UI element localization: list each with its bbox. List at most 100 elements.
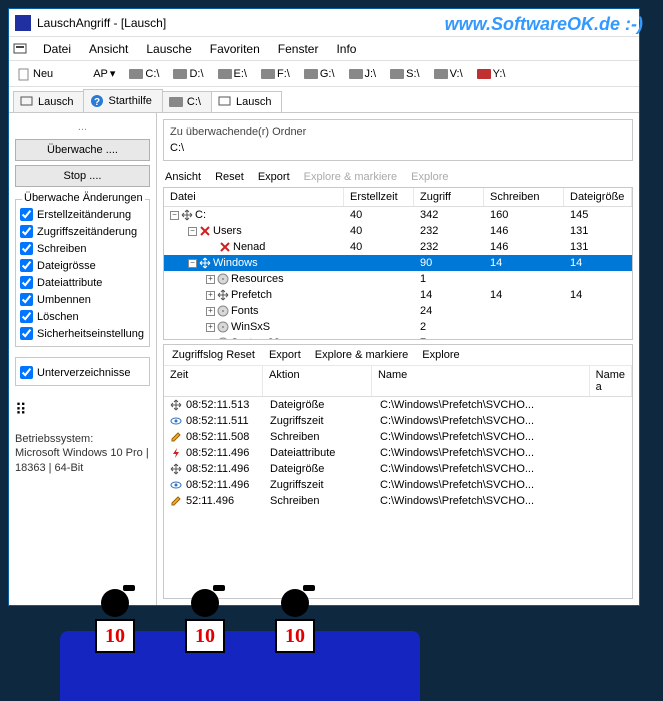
col-schreiben[interactable]: Schreiben	[484, 188, 564, 206]
toolbar-neu[interactable]: Neu	[13, 66, 57, 82]
checkbox-0[interactable]: Erstellzeitänderung	[20, 206, 145, 223]
col-zugriff[interactable]: Zugriff	[414, 188, 484, 206]
watch-button[interactable]: Überwache ....	[15, 139, 150, 161]
disk-icon	[217, 305, 229, 317]
drive-f[interactable]: F:\	[257, 67, 294, 81]
checkbox-5[interactable]: Umbennen	[20, 291, 145, 308]
expand-icon[interactable]: +	[206, 339, 215, 340]
expand-icon[interactable]: +	[206, 307, 215, 316]
window-title: LauschAngriff - [Lausch]	[37, 16, 166, 30]
log-explore[interactable]: Explore	[422, 349, 459, 361]
tab-lausch-2[interactable]: Lausch	[211, 91, 282, 112]
expand-icon[interactable]: −	[188, 227, 197, 236]
checkbox-3[interactable]: Dateigrösse	[20, 257, 145, 274]
checkbox-4[interactable]: Dateiattribute	[20, 274, 145, 291]
drive-g[interactable]: G:\	[300, 67, 339, 81]
tree-export[interactable]: Export	[258, 171, 290, 183]
eye-icon	[170, 479, 182, 491]
col-aktion[interactable]: Aktion	[263, 366, 372, 396]
subdirs-group: Unterverzeichnisse	[15, 357, 150, 386]
menu-ansicht[interactable]: Ansicht	[81, 40, 136, 58]
checkbox-6[interactable]: Löschen	[20, 308, 145, 325]
watermark: www.SoftwareOK.de :-)	[445, 14, 643, 35]
stop-button[interactable]: Stop ....	[15, 165, 150, 187]
app-window: LauschAngriff - [Lausch] Datei Ansicht L…	[8, 8, 640, 606]
col-zeit[interactable]: Zeit	[164, 366, 263, 396]
checkbox-1[interactable]: Zugriffszeitänderung	[20, 223, 145, 240]
tree-explore-mark: Explore & markiere	[304, 171, 398, 183]
pen-icon	[170, 431, 182, 443]
drive-v[interactable]: V:\	[430, 67, 467, 81]
tab-lausch-1[interactable]: Lausch	[13, 91, 84, 112]
tree-row[interactable]: +Fonts24	[164, 303, 632, 319]
expand-icon[interactable]: +	[206, 275, 215, 284]
sidebar: ... Überwache .... Stop .... Überwache Ä…	[9, 113, 157, 605]
col-name[interactable]: Name	[372, 366, 590, 396]
log-row[interactable]: 08:52:11.496ZugriffszeitC:\Windows\Prefe…	[164, 477, 632, 493]
eye-icon	[170, 415, 182, 427]
menu-lausche[interactable]: Lausche	[138, 40, 199, 58]
tree-toolbar: Ansicht Reset Export Explore & markiere …	[157, 167, 639, 187]
log-header: Zeit Aktion Name Name a	[164, 365, 632, 397]
drive-d[interactable]: D:\	[169, 67, 207, 81]
expand-icon[interactable]: +	[206, 323, 215, 332]
expand-icon[interactable]: +	[206, 291, 215, 300]
col-name2[interactable]: Name a	[590, 366, 632, 396]
col-datei[interactable]: Datei	[164, 188, 344, 206]
new-icon	[17, 67, 31, 81]
log-row[interactable]: 08:52:11.513DateigrößeC:\Windows\Prefetc…	[164, 397, 632, 413]
drive-icon	[169, 97, 183, 107]
menubar: Datei Ansicht Lausche Favoriten Fenster …	[9, 37, 639, 61]
drive-s[interactable]: S:\	[386, 67, 423, 81]
tree-ansicht[interactable]: Ansicht	[165, 171, 201, 183]
drive-c[interactable]: C:\	[125, 67, 163, 81]
log-toolbar: Zugriffslog Reset Export Explore & marki…	[164, 345, 632, 365]
log-row[interactable]: 08:52:11.508SchreibenC:\Windows\Prefetch…	[164, 429, 632, 445]
log-explore-mark[interactable]: Explore & markiere	[315, 349, 409, 361]
toolbar-ap[interactable]: AP ▾	[89, 66, 119, 81]
log-row[interactable]: 08:52:11.511ZugriffszeitC:\Windows\Prefe…	[164, 413, 632, 429]
drive-e[interactable]: E:\	[214, 67, 251, 81]
disk-icon	[217, 337, 229, 339]
group-title: Überwache Änderungen	[22, 192, 145, 204]
drive-icon	[173, 69, 187, 79]
toolbar: Neu AP ▾ C:\ D:\ E:\ F:\ G:\ J:\ S:\ V:\…	[9, 61, 639, 87]
col-dateigroesse[interactable]: Dateigröße	[564, 188, 632, 206]
log-reset[interactable]: Zugriffslog Reset	[172, 349, 255, 361]
expand-icon[interactable]: −	[188, 259, 197, 268]
checkbox-2[interactable]: Schreiben	[20, 240, 145, 257]
drive-j[interactable]: J:\	[345, 67, 381, 81]
checkbox-7[interactable]: Sicherheitseinstellung	[20, 325, 145, 342]
menu-fenster[interactable]: Fenster	[270, 40, 327, 58]
tree-explore: Explore	[411, 171, 448, 183]
expand-icon[interactable]: −	[170, 211, 179, 220]
log-row[interactable]: 08:52:11.496DateigrößeC:\Windows\Prefetc…	[164, 461, 632, 477]
tree-row[interactable]: +WinSxS2	[164, 319, 632, 335]
tree-row[interactable]: +Resources1	[164, 271, 632, 287]
x-icon	[199, 225, 211, 237]
tree-row[interactable]: −C:40342160145	[164, 207, 632, 223]
folder-path[interactable]: C:\	[170, 142, 626, 154]
tree-grid[interactable]: Datei Erstellzeit Zugriff Schreiben Date…	[163, 187, 633, 340]
menu-favoriten[interactable]: Favoriten	[202, 40, 268, 58]
log-row[interactable]: 08:52:11.496DateiattributeC:\Windows\Pre…	[164, 445, 632, 461]
log-export[interactable]: Export	[269, 349, 301, 361]
tree-row[interactable]: +System327	[164, 335, 632, 339]
menu-info[interactable]: Info	[328, 40, 364, 58]
tree-row[interactable]: −Users40232146131	[164, 223, 632, 239]
tree-row[interactable]: +Prefetch141414	[164, 287, 632, 303]
tab-c-drive[interactable]: C:\	[162, 91, 212, 112]
tree-reset[interactable]: Reset	[215, 171, 244, 183]
tree-row[interactable]: −Windows901414	[164, 255, 632, 271]
checkbox-subdirs[interactable]: Unterverzeichnisse	[20, 364, 145, 381]
judge-1: 10	[80, 589, 150, 653]
svg-text:?: ?	[94, 97, 100, 108]
drive-icon	[261, 69, 275, 79]
judge-3: 10	[260, 589, 330, 653]
col-erstellzeit[interactable]: Erstellzeit	[344, 188, 414, 206]
drive-y[interactable]: Y:\	[473, 67, 510, 81]
tree-row[interactable]: Nenad40232146131	[164, 239, 632, 255]
tab-starthilfe[interactable]: ? Starthilfe	[83, 89, 162, 112]
menu-datei[interactable]: Datei	[35, 40, 79, 58]
log-row[interactable]: 52:11.496SchreibenC:\Windows\Prefetch\SV…	[164, 493, 632, 509]
